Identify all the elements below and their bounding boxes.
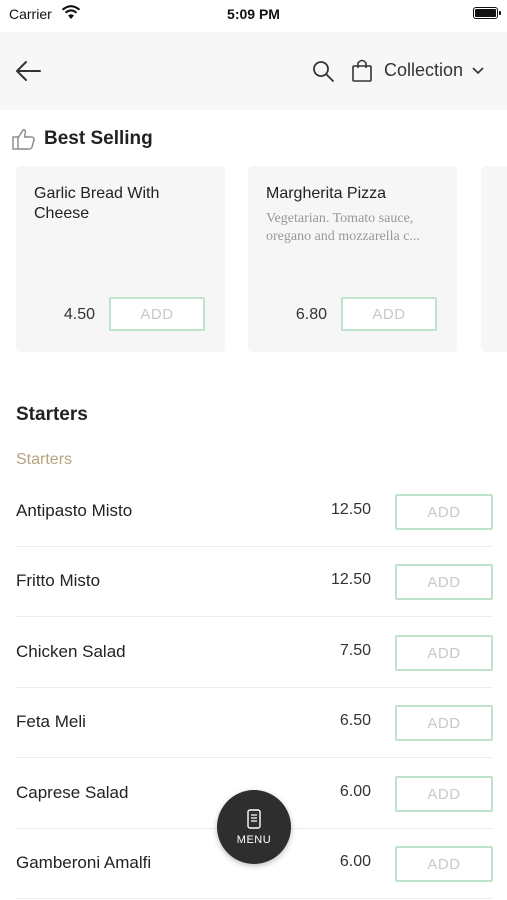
top-header: Collection	[0, 32, 507, 110]
collection-label: Collection	[384, 60, 464, 80]
menu-item-price: 6.00	[339, 853, 371, 870]
thumbs-up-icon	[12, 129, 35, 150]
add-button[interactable]: ADD	[395, 635, 493, 671]
category-subtitle: Starters	[16, 451, 73, 468]
best-selling-card[interactable]: Margherita Pizza Vegetarian. Tomato sauc…	[248, 166, 457, 352]
menu-item-row[interactable]: Antipasto Misto 12.50 ADD	[16, 477, 493, 547]
status-bar: Carrier 5:09 PM	[0, 0, 507, 32]
section-title: Starters	[16, 404, 88, 425]
best-selling-title: Best Selling	[44, 128, 153, 149]
search-icon[interactable]	[311, 59, 335, 83]
best-selling-card[interactable]: Garlic Bread With Cheese 4.50 ADD	[16, 166, 225, 352]
add-button[interactable]: ADD	[395, 564, 493, 600]
menu-item-name: Caprese Salad	[16, 783, 129, 802]
card-item-price: 6.80	[295, 306, 327, 323]
best-selling-heading: Best Selling	[12, 128, 153, 150]
menu-item-name: Gamberoni Amalfi	[16, 853, 152, 872]
add-button[interactable]: ADD	[395, 494, 493, 530]
menu-item-name: Fritto Misto	[16, 571, 101, 590]
menu-item-price: 6.00	[339, 783, 371, 800]
card-item-name: Garlic Bread With Cheese	[34, 185, 160, 222]
row-divider	[16, 616, 493, 617]
card-item-description: Vegetarian. Tomato sauce, oregano and mo…	[266, 211, 420, 244]
add-button[interactable]: ADD	[395, 846, 493, 882]
back-arrow-icon[interactable]	[14, 57, 42, 85]
status-time: 5:09 PM	[227, 6, 280, 22]
shopping-bag-icon[interactable]	[351, 58, 373, 82]
menu-item-price: 12.50	[330, 501, 371, 518]
add-button[interactable]: ADD	[395, 776, 493, 812]
battery-icon	[473, 7, 501, 19]
menu-item-price: 6.50	[339, 712, 371, 729]
menu-item-row[interactable]: Feta Meli 6.50 ADD	[16, 688, 493, 758]
collection-dropdown[interactable]: Collection	[384, 60, 484, 81]
add-button[interactable]: ADD	[395, 705, 493, 741]
add-button[interactable]: ADD	[109, 297, 205, 331]
menu-item-name: Chicken Salad	[16, 642, 126, 661]
row-divider	[16, 757, 493, 758]
add-button[interactable]: ADD	[341, 297, 437, 331]
menu-item-name: Antipasto Misto	[16, 501, 133, 520]
menu-item-name: Feta Meli	[16, 712, 86, 731]
menu-item-row[interactable]: Fritto Misto 12.50 ADD	[16, 547, 493, 617]
menu-item-price: 7.50	[339, 642, 371, 659]
menu-fab-label: MENU	[236, 833, 272, 846]
best-selling-card-peek[interactable]	[481, 166, 507, 352]
menu-item-price: 12.50	[330, 571, 371, 588]
row-divider	[16, 898, 493, 899]
card-item-price: 4.50	[63, 306, 95, 323]
menu-item-row[interactable]: Chicken Salad 7.50 ADD	[16, 618, 493, 688]
menu-phone-icon	[247, 808, 261, 829]
card-item-name: Margherita Pizza	[266, 185, 387, 202]
chevron-down-icon	[472, 66, 484, 74]
menu-fab-button[interactable]: MENU	[217, 790, 291, 864]
